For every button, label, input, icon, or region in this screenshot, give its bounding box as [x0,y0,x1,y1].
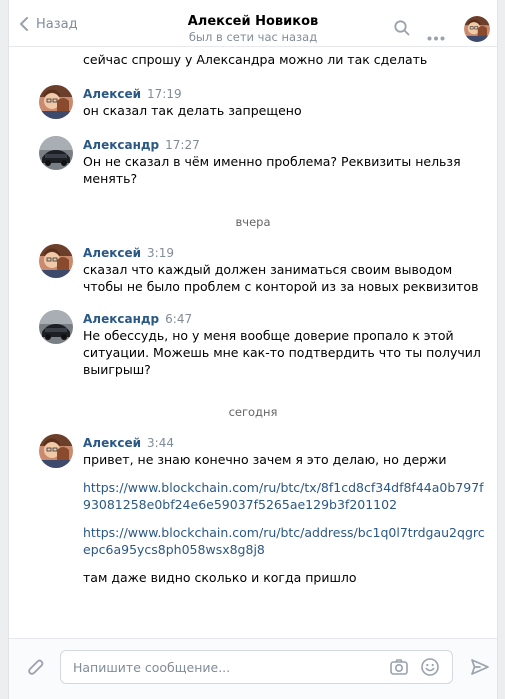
more-dots-icon [427,36,445,41]
more-button[interactable] [427,26,445,45]
message-text: он сказал так делать запрещено [83,103,302,118]
message-meta: Алексей 3:44 [83,435,174,451]
send-icon [471,659,489,675]
message-text: там даже видно сколько и когда пришло [83,570,357,585]
message-text: менять? [83,171,138,186]
transaction-link[interactable]: https://www.blockchain.com/ru/btc/tx/8f1… [83,479,484,496]
chat-window: Назад Алексей Новиков был в сети час наз… [8,0,498,699]
message-meta: Александр 6:47 [83,311,192,327]
contact-name[interactable]: Алексей Новиков [9,13,497,30]
emoji-button[interactable] [420,657,440,681]
message-text: сказал что каждый должен заниматься свои… [83,262,453,277]
avatar[interactable] [39,85,73,119]
message-time[interactable]: 3:44 [147,436,174,450]
paperclip-icon [28,659,44,675]
message-time[interactable]: 17:19 [147,87,182,101]
message-meta: Алексей 3:19 [83,245,174,261]
message-meta: Алексей 17:19 [83,86,182,102]
search-button[interactable] [394,20,410,40]
author-name[interactable]: Алексей [83,87,141,101]
camera-button[interactable] [389,657,409,681]
message-text: Не обессудь, но у меня вообще доверие пр… [83,328,454,343]
author-name[interactable]: Александр [83,138,159,152]
chat-title: Алексей Новиков был в сети час назад [9,13,497,45]
smile-icon [421,658,439,676]
attach-button[interactable] [27,657,45,683]
message-text: чтобы не было проблем с конторой из за н… [83,279,479,294]
header-avatar[interactable] [464,16,490,46]
address-link[interactable]: https://www.blockchain.com/ru/btc/addres… [83,524,485,541]
camera-icon [390,659,408,675]
avatar[interactable] [39,244,73,278]
message-input-placeholder: Напишите сообщение... [73,660,231,675]
chat-header: Назад Алексей Новиков был в сети час наз… [9,0,497,47]
avatar[interactable] [39,434,73,468]
avatar[interactable] [39,310,73,344]
message-time[interactable]: 6:47 [165,312,192,326]
author-name[interactable]: Алексей [83,246,141,260]
message-text: выигрыш? [83,362,151,377]
search-icon [394,20,410,36]
date-divider: вчера [235,215,271,229]
message-time[interactable]: 17:27 [165,138,200,152]
author-name[interactable]: Александр [83,312,159,326]
address-link[interactable]: epc6a95ycs8ph058wsx8g8j8 [83,541,265,558]
contact-status: был в сети час назад [188,30,318,44]
avatar[interactable] [39,136,73,170]
date-divider: сегодня [228,405,278,419]
message-time[interactable]: 3:19 [147,246,174,260]
author-name[interactable]: Алексей [83,436,141,450]
message-composer: Напишите сообщение... [9,638,497,699]
transaction-link[interactable]: 93081258e0bf24e6e59037f5265ae129b3f20110… [83,496,397,513]
message-text: Он не сказал в чём именно проблема? Рекв… [83,154,461,169]
message-text: сейчас спрошу у Александра можно ли так … [83,52,428,67]
message-input[interactable]: Напишите сообщение... [60,650,453,684]
send-button[interactable] [470,657,490,681]
message-text: привет, не знаю конечно зачем я это дела… [83,452,447,467]
message-text: ситуации. Можешь мне как-то подтвердить … [83,345,481,360]
message-meta: Александр 17:27 [83,137,200,153]
